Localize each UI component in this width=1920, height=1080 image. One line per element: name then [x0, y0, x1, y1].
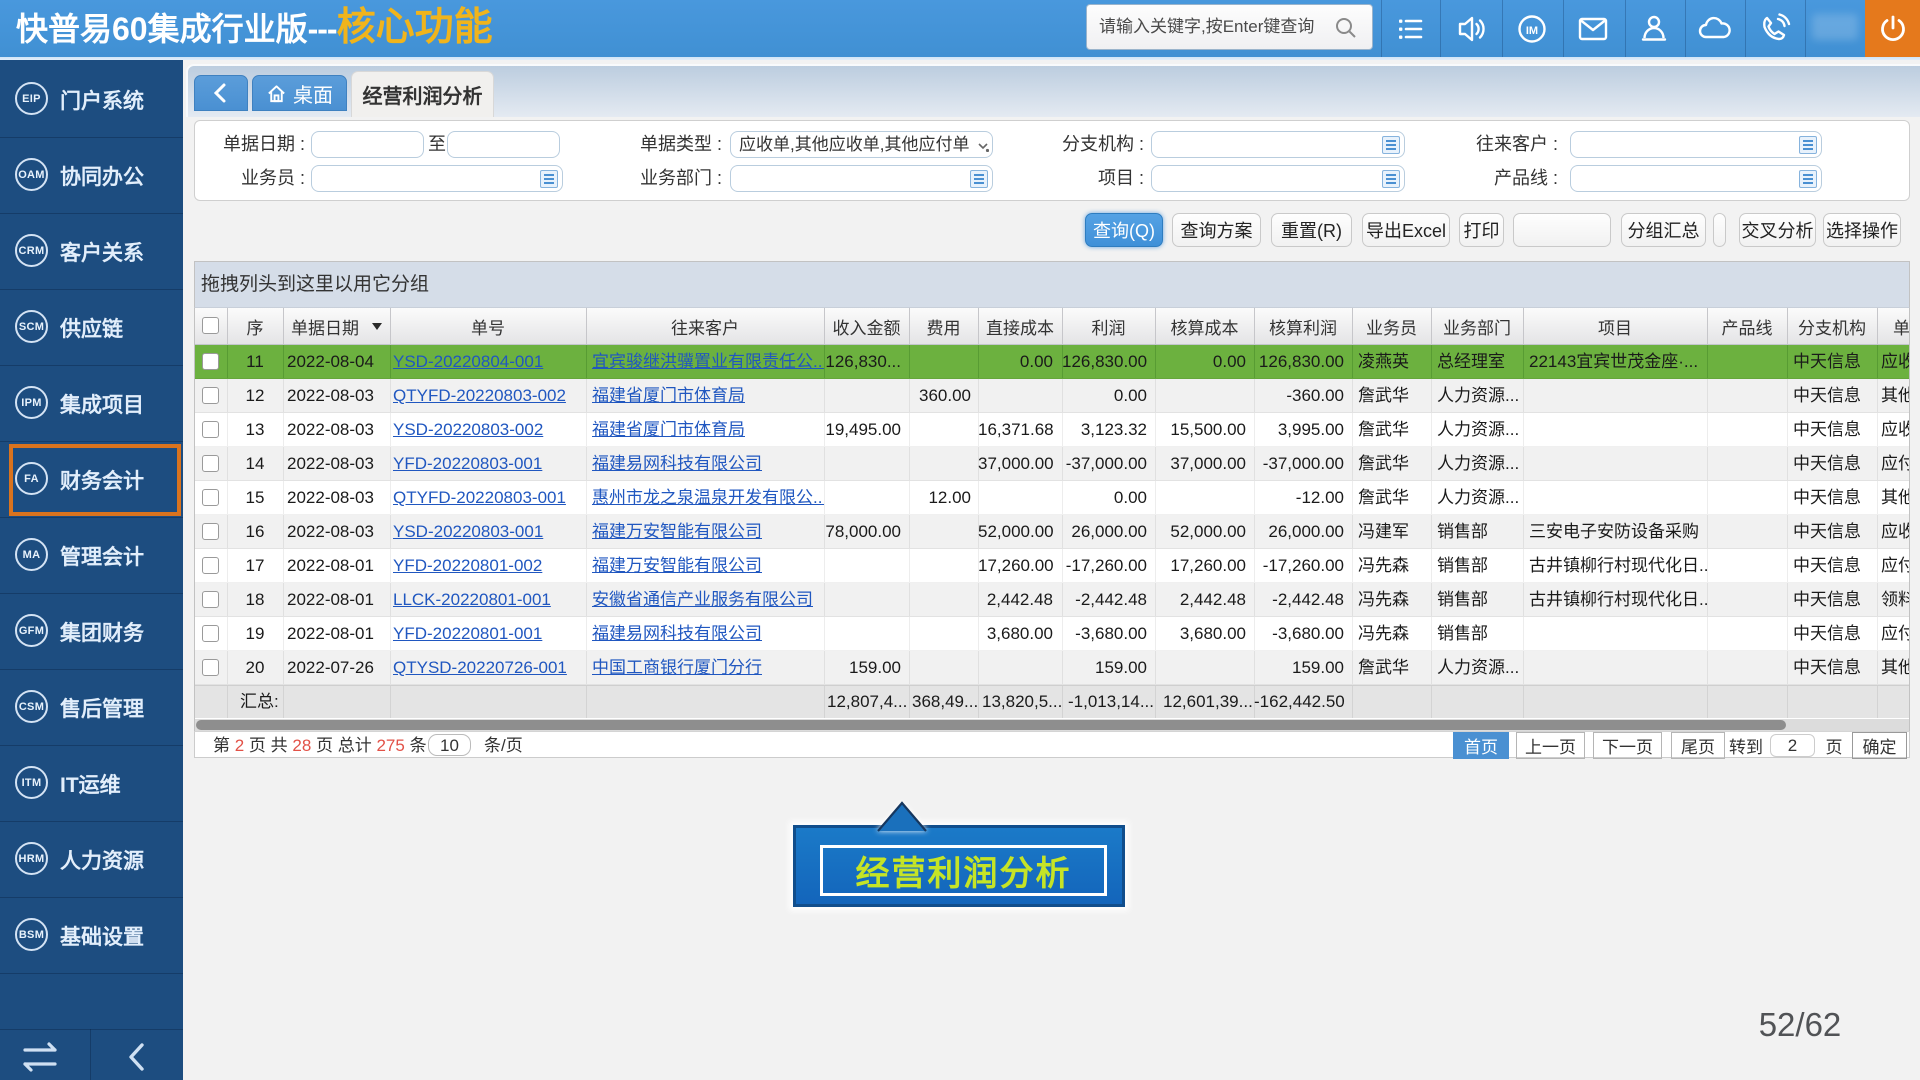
svg-text:IM: IM	[1526, 25, 1538, 37]
